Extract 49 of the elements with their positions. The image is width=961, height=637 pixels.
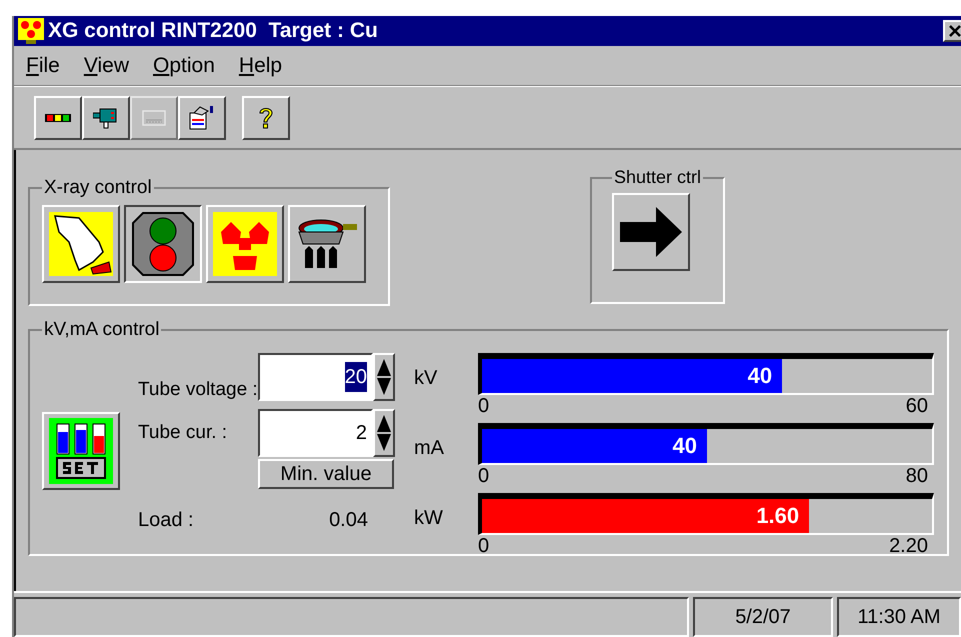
scale-max: 2.20 (889, 534, 928, 556)
close-button[interactable] (943, 20, 961, 42)
camera-icon (93, 106, 119, 130)
menu-item[interactable]: File (26, 50, 60, 82)
up-down-arrows-icon (376, 358, 392, 396)
status-date: 5/2/07 (693, 597, 833, 637)
min-value-button[interactable]: Min. value (258, 458, 394, 488)
toolbar-button[interactable] (242, 96, 290, 140)
scale-max: 60 (906, 394, 928, 416)
scale-min: 0 (478, 534, 490, 556)
up-down-arrows-icon (376, 414, 392, 452)
close-icon (949, 25, 961, 37)
panel-icon (141, 108, 167, 128)
shutter-button[interactable] (612, 193, 690, 271)
spin-button[interactable] (373, 352, 395, 400)
load-value: 0.04 (328, 508, 368, 532)
group-label: X-ray control (43, 176, 153, 200)
scale-max: 80 (906, 464, 928, 486)
load-label: Load : (138, 508, 195, 532)
scale-min: 0 (478, 394, 490, 416)
toolbar-button[interactable] (178, 96, 226, 140)
set-meters-icon (49, 418, 113, 484)
indicator-lights-icon (45, 112, 71, 124)
document-icon (188, 104, 216, 130)
meter-reading: 40 (672, 432, 697, 460)
tube-current-label: Tube cur. : (138, 422, 228, 444)
traffic-light-icon (131, 210, 195, 276)
unit-label: kV (414, 366, 438, 390)
number-field[interactable]: 2 (258, 408, 373, 456)
unit-label: mA (414, 436, 445, 460)
right-arrow-icon (618, 206, 684, 258)
number-field[interactable]: 20 (258, 352, 373, 400)
spin-button[interactable] (373, 408, 395, 456)
group-label: Shutter ctrl (613, 166, 702, 189)
menu-item[interactable]: Option (153, 50, 215, 82)
group-label: kV,mA control (43, 318, 160, 342)
unit-label: kW (414, 506, 444, 530)
scale-min: 0 (478, 464, 490, 486)
xray-button[interactable] (124, 204, 202, 282)
toolbar-button[interactable] (34, 96, 82, 140)
tube-voltage-label: Tube voltage : (138, 378, 258, 400)
meter-reading: 40 (748, 362, 772, 390)
set-button[interactable] (42, 412, 120, 490)
window-title: XG control RINT2200 Target : Cu (48, 18, 379, 44)
menu-item[interactable]: View (84, 50, 129, 82)
status-time: 11:30 AM (837, 597, 961, 637)
toolbar-button[interactable] (82, 96, 130, 140)
menu-item[interactable]: Help (238, 50, 282, 82)
meter-reading: 1.60 (756, 502, 800, 530)
